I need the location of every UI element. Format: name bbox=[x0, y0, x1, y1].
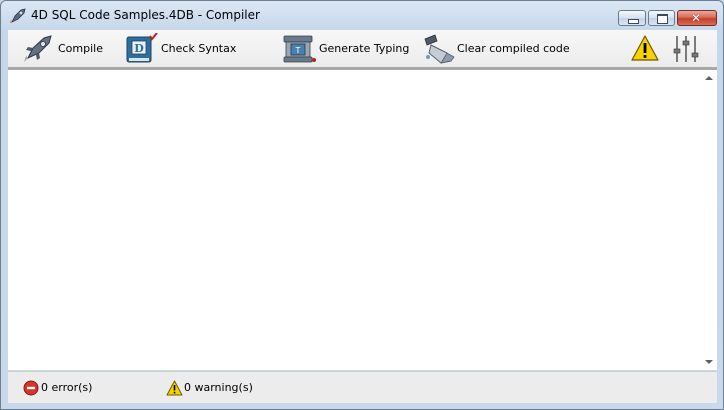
syntax-book-icon: D bbox=[126, 33, 158, 63]
compile-label: Compile bbox=[58, 42, 103, 55]
error-icon bbox=[23, 380, 39, 396]
compiler-toolbar: Compile D Check Syntax T Generate Typing bbox=[8, 30, 717, 70]
maximize-button[interactable] bbox=[648, 10, 675, 26]
generate-typing-label: Generate Typing bbox=[319, 42, 410, 55]
generate-typing-button[interactable]: T Generate Typing bbox=[283, 30, 409, 67]
maximize-icon bbox=[657, 14, 668, 24]
warning-count-label: 0 warning(s) bbox=[184, 381, 253, 394]
rocket-icon bbox=[24, 35, 52, 62]
generate-typing-icon: T bbox=[283, 35, 316, 63]
title-bar[interactable]: 4D SQL Code Samples.4DB - Compiler ✕ bbox=[1, 1, 723, 29]
clear-compiled-code-button[interactable]: Clear compiled code bbox=[421, 30, 570, 67]
scroll-down-arrow-icon[interactable] bbox=[705, 360, 713, 364]
eraser-icon bbox=[424, 34, 455, 64]
compiler-options-button[interactable] bbox=[670, 30, 702, 67]
compiler-results-area[interactable] bbox=[8, 70, 701, 370]
rocket-icon bbox=[10, 8, 26, 23]
error-count-label: 0 error(s) bbox=[41, 381, 93, 394]
settings-sliders-icon bbox=[673, 36, 699, 62]
compiler-window: 4D SQL Code Samples.4DB - Compiler ✕ Com… bbox=[0, 0, 724, 410]
status-bar: 0 error(s) 0 warning(s) bbox=[8, 371, 717, 403]
warnings-toggle-button[interactable] bbox=[628, 30, 660, 67]
minimize-button[interactable] bbox=[618, 10, 646, 26]
svg-text:T: T bbox=[295, 46, 301, 55]
error-count[interactable]: 0 error(s) bbox=[23, 380, 143, 396]
scroll-up-arrow-icon[interactable] bbox=[705, 76, 713, 80]
warning-count[interactable]: 0 warning(s) bbox=[166, 380, 306, 396]
warning-icon bbox=[631, 35, 659, 61]
clear-compiled-code-label: Clear compiled code bbox=[457, 42, 570, 55]
check-syntax-label: Check Syntax bbox=[161, 42, 237, 55]
svg-text:D: D bbox=[134, 42, 144, 55]
window-title: 4D SQL Code Samples.4DB - Compiler bbox=[31, 8, 260, 22]
check-syntax-button[interactable]: D Check Syntax bbox=[125, 30, 237, 67]
vertical-scrollbar[interactable] bbox=[701, 70, 717, 370]
compile-button[interactable]: Compile bbox=[22, 30, 104, 67]
minimize-icon bbox=[628, 19, 639, 24]
warning-icon bbox=[166, 380, 183, 396]
close-button[interactable]: ✕ bbox=[677, 10, 717, 26]
close-icon: ✕ bbox=[691, 11, 702, 25]
